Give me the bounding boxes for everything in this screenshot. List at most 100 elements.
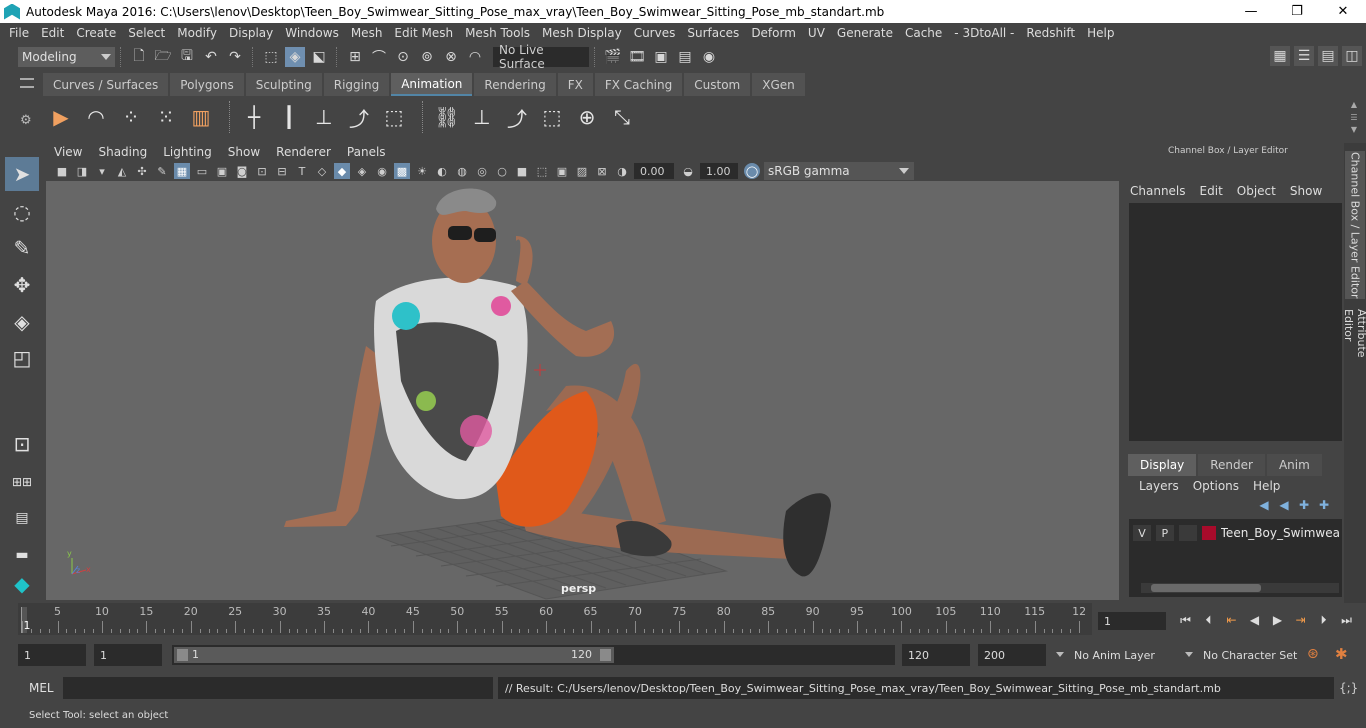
- layer-name[interactable]: Teen_Boy_Swimwear_S: [1221, 526, 1340, 540]
- time-slider[interactable]: 1 5 10 15 20 25 30 35 40 45 50 55 60 65 70 75 80 85 90 95 10…: [18, 603, 1092, 635]
- motion-trail-icon[interactable]: ▥: [186, 102, 216, 132]
- tab-animation[interactable]: Animation: [391, 73, 473, 96]
- channel-menu-show[interactable]: Show: [1290, 184, 1322, 198]
- snap-view-icon[interactable]: ⊚: [417, 47, 437, 67]
- new-scene-icon[interactable]: 🗋: [129, 47, 149, 67]
- close-button[interactable]: ✕: [1320, 0, 1366, 23]
- tab-render[interactable]: Render: [1198, 454, 1265, 476]
- render-icon[interactable]: 🎞: [627, 47, 647, 67]
- select-component-icon[interactable]: ⬕: [309, 47, 329, 67]
- new-layer-icon[interactable]: ✚: [1294, 498, 1314, 512]
- camera-attributes-icon[interactable]: ◨: [74, 163, 90, 179]
- viewport-menu-shading[interactable]: Shading: [90, 145, 155, 159]
- scale-tool-icon[interactable]: ◰: [5, 341, 39, 375]
- rotate-tool-icon[interactable]: ◈: [5, 305, 39, 339]
- command-input[interactable]: [63, 677, 493, 699]
- menu-display[interactable]: Display: [223, 26, 279, 40]
- shelf-menu-icon[interactable]: [20, 78, 34, 88]
- menu-file[interactable]: File: [0, 26, 35, 40]
- gamma-field[interactable]: 1.00: [700, 163, 738, 179]
- side-tab-attribute-editor[interactable]: Attribute Editor: [1342, 309, 1366, 393]
- textured-icon[interactable]: ▩: [394, 163, 410, 179]
- snap-curve-icon[interactable]: ⌒: [369, 47, 389, 67]
- menu-deform[interactable]: Deform: [745, 26, 802, 40]
- layer-scrollbar[interactable]: [1141, 583, 1339, 593]
- use-all-lights-icon[interactable]: ☀: [414, 163, 430, 179]
- maya-home-icon[interactable]: ◆: [5, 567, 39, 601]
- menu-generate[interactable]: Generate: [831, 26, 899, 40]
- redo-icon[interactable]: ↷: [225, 47, 245, 67]
- motion-blur-icon[interactable]: ◎: [474, 163, 490, 179]
- tab-xgen[interactable]: XGen: [752, 73, 805, 96]
- menu-redshift[interactable]: Redshift: [1020, 26, 1081, 40]
- menu-select[interactable]: Select: [122, 26, 171, 40]
- step-back-frame-icon[interactable]: ⏴: [1197, 610, 1220, 630]
- play-forwards-icon[interactable]: ▶: [1266, 610, 1289, 630]
- layer-menu-help[interactable]: Help: [1253, 479, 1280, 493]
- tool-settings-toggle-icon[interactable]: ▤: [1318, 46, 1338, 66]
- paint-select-tool-icon[interactable]: ✎: [5, 231, 39, 265]
- tab-fx[interactable]: FX: [557, 73, 593, 96]
- menu-edit-mesh[interactable]: Edit Mesh: [388, 26, 459, 40]
- hypershade-icon[interactable]: ◉: [699, 47, 719, 67]
- ik-handle-icon[interactable]: ⊥: [309, 102, 339, 132]
- shelf-scroll[interactable]: ▲ ☰ ▼: [1348, 100, 1360, 134]
- render-settings-icon[interactable]: 🎬: [603, 47, 623, 67]
- current-frame-field[interactable]: 1: [1098, 612, 1166, 630]
- restore-button[interactable]: ❐: [1274, 0, 1320, 23]
- safe-action-icon[interactable]: ⊟: [274, 163, 290, 179]
- layer-menu-layers[interactable]: Layers: [1139, 479, 1179, 493]
- character-set-dropdown[interactable]: No Character Set: [1185, 644, 1299, 666]
- layer-playback-toggle[interactable]: P: [1155, 525, 1174, 541]
- select-object-icon[interactable]: ◈: [285, 46, 305, 67]
- image-plane-icon[interactable]: ◭: [114, 163, 130, 179]
- modeling-toolkit-icon[interactable]: ▦: [1270, 46, 1290, 66]
- default-material-icon[interactable]: ◉: [374, 163, 390, 179]
- parent-constraint-icon[interactable]: ⛓: [432, 102, 462, 132]
- xray-icon[interactable]: ▣: [554, 163, 570, 179]
- menu-uv[interactable]: UV: [802, 26, 831, 40]
- menu-mesh-tools[interactable]: Mesh Tools: [459, 26, 536, 40]
- range-slider[interactable]: 1 120: [172, 645, 895, 665]
- menu-help[interactable]: Help: [1081, 26, 1120, 40]
- menu-cache[interactable]: Cache: [899, 26, 948, 40]
- chevron-up-icon[interactable]: ▲: [1351, 100, 1357, 109]
- film-gate-icon[interactable]: ▭: [194, 163, 210, 179]
- cluster-icon[interactable]: ⬚: [379, 102, 409, 132]
- go-to-start-icon[interactable]: ⏮: [1174, 610, 1197, 630]
- channel-menu-channels[interactable]: Channels: [1130, 184, 1186, 198]
- two-d-pan-icon[interactable]: ✣: [134, 163, 150, 179]
- point-constraint-icon[interactable]: ⊥: [467, 102, 497, 132]
- menu-surfaces[interactable]: Surfaces: [681, 26, 745, 40]
- depth-of-field-icon[interactable]: ■: [514, 163, 530, 179]
- smooth-shade-icon[interactable]: ◆: [334, 163, 350, 179]
- orient-constraint-icon[interactable]: ⤴: [502, 102, 532, 132]
- color-management-icon[interactable]: ◯: [744, 163, 760, 179]
- menu-mesh-display[interactable]: Mesh Display: [536, 26, 628, 40]
- resolution-gate-icon[interactable]: ▣: [214, 163, 230, 179]
- tab-display[interactable]: Display: [1128, 454, 1197, 476]
- view-transform-dropdown[interactable]: sRGB gamma: [764, 162, 914, 180]
- shelf-options-icon[interactable]: ☰: [1350, 113, 1357, 122]
- tab-polygons[interactable]: Polygons: [170, 73, 244, 96]
- single-view-layout-icon[interactable]: ⊡: [5, 427, 39, 461]
- step-forward-key-icon[interactable]: ⇥: [1289, 610, 1312, 630]
- playback-start-field[interactable]: 1: [94, 644, 162, 666]
- layer-color-swatch[interactable]: [1201, 526, 1216, 540]
- tab-rendering[interactable]: Rendering: [474, 73, 556, 96]
- viewport-menu-lighting[interactable]: Lighting: [155, 145, 220, 159]
- ipr-render-icon[interactable]: ▣: [651, 47, 671, 67]
- snap-surface-icon[interactable]: ⊗: [441, 47, 461, 67]
- graph-editor-icon[interactable]: ◠: [81, 102, 111, 132]
- scale-constraint-icon[interactable]: ⬚: [537, 102, 567, 132]
- script-editor-icon[interactable]: {;}: [1339, 681, 1358, 695]
- set-key-icon[interactable]: ┃: [274, 102, 304, 132]
- tab-custom[interactable]: Custom: [684, 73, 751, 96]
- menu-windows[interactable]: Windows: [279, 26, 345, 40]
- channel-menu-object[interactable]: Object: [1237, 184, 1276, 198]
- wireframe-on-shaded-icon[interactable]: ◈: [354, 163, 370, 179]
- select-hierarchy-icon[interactable]: ⬚: [261, 47, 281, 67]
- snap-grid-icon[interactable]: ⊞: [345, 47, 365, 67]
- four-view-layout-icon[interactable]: ⊞⊞: [5, 465, 39, 499]
- layer-row[interactable]: V P Teen_Boy_Swimwear_S: [1133, 524, 1340, 542]
